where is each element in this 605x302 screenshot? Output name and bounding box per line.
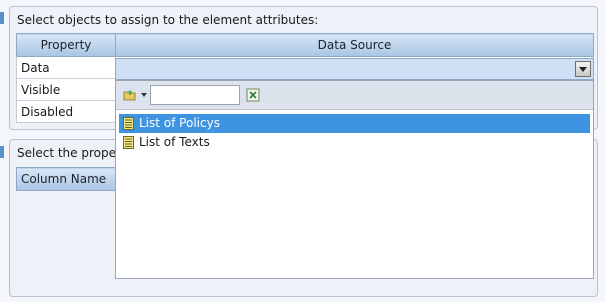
table-header-row: Property Data Source <box>16 33 594 57</box>
property-cell: Disabled <box>16 100 116 123</box>
chevron-down-icon[interactable] <box>575 61 591 77</box>
property-cell: Data <box>16 56 116 79</box>
left-edge-tab <box>0 146 4 158</box>
list-icon <box>123 136 134 149</box>
list-item-texts[interactable]: List of Texts <box>119 133 590 152</box>
spreadsheet-icon[interactable] <box>246 88 260 102</box>
search-input[interactable] <box>150 85 240 105</box>
left-edge-tab <box>0 12 4 24</box>
list-icon <box>123 117 134 130</box>
attributes-panel-title: Select objects to assign to the element … <box>17 13 319 27</box>
column-header-column-name[interactable]: Column Name <box>16 167 116 191</box>
data-source-dropdown: List of Policys List of Texts <box>115 80 594 279</box>
folder-menu-caret-icon[interactable] <box>141 93 147 97</box>
column-header-property[interactable]: Property <box>16 33 116 57</box>
column-header-data-source[interactable]: Data Source <box>115 33 594 57</box>
folder-open-icon[interactable] <box>123 89 137 101</box>
list-item-label: List of Policys <box>139 116 220 130</box>
data-source-combobox[interactable] <box>115 58 594 80</box>
dropdown-toolbar <box>116 81 593 110</box>
columns-panel-title: Select the prope <box>17 146 116 160</box>
list-item-label: List of Texts <box>139 135 210 149</box>
property-cell: Visible <box>16 78 116 101</box>
list-item-policys[interactable]: List of Policys <box>119 114 590 133</box>
